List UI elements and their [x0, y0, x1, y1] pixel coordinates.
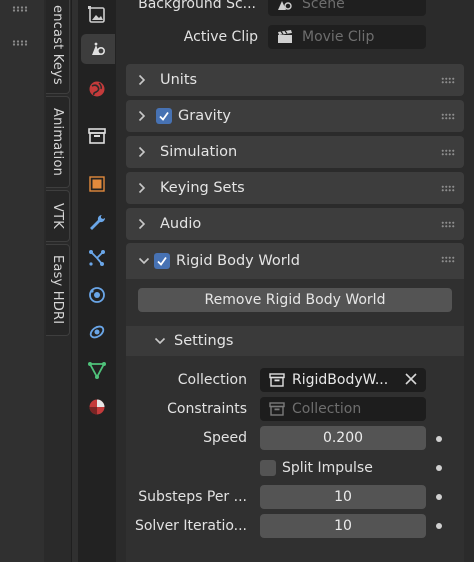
tab-label: VTK [50, 203, 65, 229]
chevron-right-icon [138, 110, 152, 122]
chevron-down-icon [138, 257, 152, 265]
speed-label: Speed [203, 430, 247, 446]
chevron-right-icon [138, 182, 152, 194]
collection-icon [268, 372, 286, 388]
panel-title: Audio [160, 216, 202, 232]
chevron-right-icon [138, 146, 152, 158]
collection-value: RigidBodyW... [292, 372, 389, 388]
tab-easy-hdri[interactable]: Easy HDRI [46, 244, 70, 336]
drag-handle-icon[interactable] [441, 256, 455, 263]
constraints-field[interactable]: Collection [260, 397, 426, 421]
solver-iterations-field[interactable]: 10 [260, 514, 426, 538]
constraints-placeholder: Collection [292, 401, 362, 417]
drag-handle-icon[interactable] [441, 113, 455, 120]
collection-icon[interactable] [85, 124, 109, 148]
speed-field[interactable]: 0.200 [260, 426, 426, 450]
collection-icon [268, 401, 286, 417]
keyframe-dot-icon[interactable] [436, 436, 442, 442]
modifier-icon[interactable] [85, 210, 109, 234]
object-icon[interactable] [85, 172, 109, 196]
drag-handle-icon[interactable] [441, 185, 455, 192]
active-clip-placeholder: Movie Clip [302, 29, 375, 45]
split-impulse-label: Split Impulse [282, 460, 373, 476]
scene-icon[interactable] [81, 34, 115, 64]
panel-audio[interactable]: Audio [126, 208, 464, 240]
properties-tab-bar [78, 0, 116, 562]
panel-units[interactable]: Units [126, 64, 464, 96]
tab-label: Easy HDRI [50, 255, 65, 325]
constraints-label: Constraints [167, 401, 247, 417]
drag-grip-icon[interactable] [12, 40, 28, 46]
substeps-field[interactable]: 10 [260, 485, 426, 509]
subpanel-settings[interactable]: Settings [126, 326, 464, 356]
particles-icon[interactable] [85, 246, 109, 270]
chevron-right-icon [138, 218, 152, 230]
drag-grip-icon[interactable] [12, 6, 28, 12]
movie-clip-icon [276, 29, 294, 45]
background-scene-field[interactable]: Scene [268, 0, 426, 16]
solver-iterations-label: Solver Iteratio... [134, 518, 247, 534]
tab-label: encast Keys [50, 5, 65, 85]
sidebar-tabs: encast Keys Animation VTK Easy HDRI [44, 0, 72, 562]
remove-rigid-body-world-button[interactable]: Remove Rigid Body World [138, 288, 452, 312]
drag-handle-icon[interactable] [441, 149, 455, 156]
background-scene-placeholder: Scene [302, 0, 345, 12]
split-impulse-checkbox[interactable] [260, 460, 276, 476]
panel-gravity[interactable]: Gravity [126, 100, 464, 132]
drag-handle-icon[interactable] [441, 77, 455, 84]
active-clip-field[interactable]: Movie Clip [268, 25, 426, 49]
substeps-label: Substeps Per ... [138, 489, 247, 505]
physics-icon[interactable] [85, 283, 109, 307]
close-icon[interactable] [404, 372, 418, 390]
chevron-down-icon [154, 337, 168, 345]
constraints-icon[interactable] [85, 320, 109, 344]
background-scene-label: Background Sc... [138, 0, 256, 12]
gravity-checkbox[interactable] [156, 108, 172, 124]
panel-title: Rigid Body World [176, 253, 300, 269]
rigid-body-world-checkbox[interactable] [154, 253, 170, 269]
keyframe-dot-icon[interactable] [436, 465, 442, 471]
render-output-icon[interactable] [85, 3, 109, 27]
tab-vtk[interactable]: VTK [46, 190, 70, 242]
material-icon[interactable] [85, 395, 109, 419]
panel-title: Keying Sets [160, 180, 245, 196]
active-clip-label: Active Clip [183, 29, 258, 45]
drag-handle-icon[interactable] [441, 221, 455, 228]
collection-field[interactable]: RigidBodyW... [260, 368, 426, 392]
object-data-icon[interactable] [85, 358, 109, 382]
keyframe-dot-icon[interactable] [436, 494, 442, 500]
chevron-right-icon [138, 74, 152, 86]
left-strip [0, 0, 44, 562]
panel-title: Units [160, 72, 198, 88]
tab-animation[interactable]: Animation [46, 96, 70, 188]
panel-keying-sets[interactable]: Keying Sets [126, 172, 464, 204]
world-icon[interactable] [85, 77, 109, 101]
panel-title: Gravity [178, 108, 231, 124]
panel-title: Simulation [160, 144, 238, 160]
keyframe-dot-icon[interactable] [436, 523, 442, 529]
panel-simulation[interactable]: Simulation [126, 136, 464, 168]
tab-screencast-keys[interactable]: encast Keys [46, 0, 70, 94]
collection-label: Collection [177, 372, 247, 388]
subpanel-title: Settings [174, 333, 234, 349]
panel-rigid-body-world[interactable]: Rigid Body World [126, 243, 464, 279]
split-impulse-toggle[interactable]: Split Impulse [260, 456, 426, 480]
tab-label: Animation [50, 107, 65, 177]
scene-icon [276, 0, 294, 12]
